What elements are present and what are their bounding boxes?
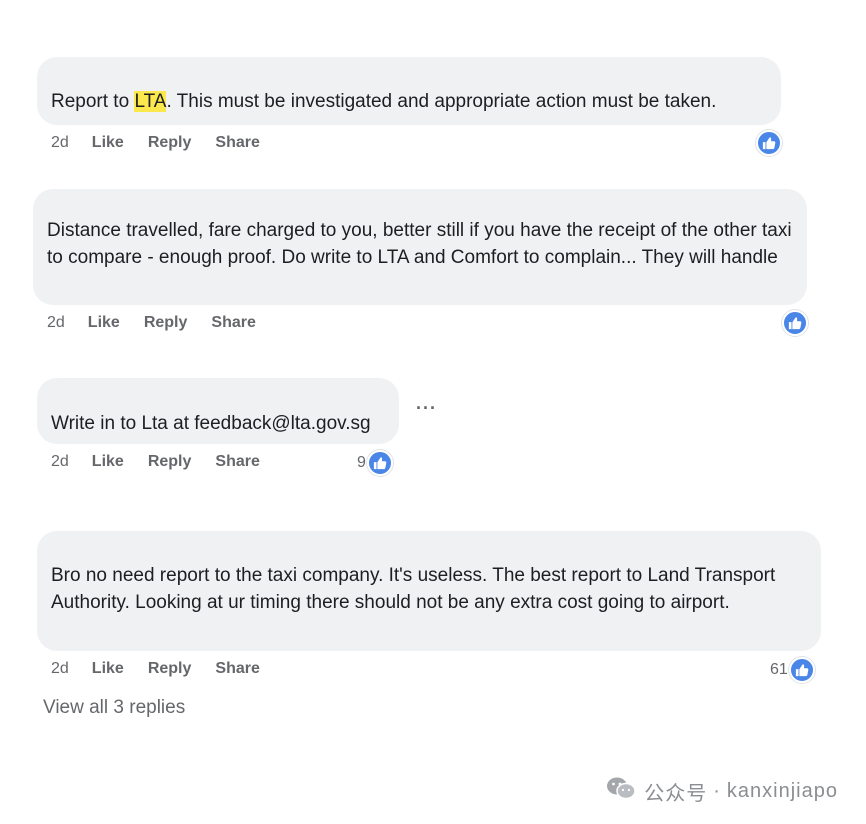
comment-actions-4: 2d Like Reply Share	[51, 660, 284, 678]
comment-bubble-4: Bro no need report to the taxi company. …	[37, 531, 821, 651]
comment-timestamp[interactable]: 2d	[51, 453, 69, 471]
reaction-summary-4[interactable]: 61	[770, 657, 815, 683]
comment-timestamp[interactable]: 2d	[51, 660, 69, 678]
comment-text-part: . This must be investigated and appropri…	[166, 91, 717, 112]
thumbs-up-icon	[782, 310, 808, 336]
reply-button[interactable]: Reply	[148, 134, 192, 152]
comment-timestamp[interactable]: 2d	[51, 134, 69, 152]
more-options-icon[interactable]: ···	[416, 398, 437, 419]
comment-text: Distance travelled, fare charged to you,…	[47, 220, 792, 268]
reaction-summary-3[interactable]: 9	[357, 450, 393, 476]
comment-text: Write in to Lta at feedback@lta.gov.sg	[51, 413, 371, 434]
thumbs-up-icon	[756, 130, 782, 156]
watermark-label: 公众号	[644, 782, 708, 805]
watermark-account: kanxinjiapo	[726, 779, 838, 802]
reaction-summary-2[interactable]	[781, 310, 808, 336]
like-button[interactable]: Like	[88, 314, 120, 332]
watermark: 公众号 · kanxinjiapo	[606, 776, 838, 806]
thumbs-up-icon	[788, 657, 815, 683]
view-all-replies-link[interactable]: View all 3 replies	[43, 697, 185, 719]
share-button[interactable]: Share	[211, 314, 255, 332]
reply-button[interactable]: Reply	[144, 314, 188, 332]
reply-button[interactable]: Reply	[148, 660, 192, 678]
wechat-icon	[606, 776, 636, 806]
reaction-count: 61	[770, 661, 788, 678]
comment-text-part: Report to	[51, 91, 135, 112]
watermark-separator: ·	[713, 779, 721, 802]
like-button[interactable]: Like	[92, 660, 124, 678]
comment-actions-3: 2d Like Reply Share	[51, 453, 284, 471]
thumbs-up-icon	[366, 450, 393, 476]
comment-bubble-2: Distance travelled, fare charged to you,…	[33, 189, 807, 305]
comment-actions-1: 2d Like Reply Share	[51, 134, 284, 152]
like-button[interactable]: Like	[92, 134, 124, 152]
comment-text: Bro no need report to the taxi company. …	[51, 565, 776, 613]
like-button[interactable]: Like	[92, 453, 124, 471]
share-button[interactable]: Share	[215, 453, 259, 471]
comment-actions-2: 2d Like Reply Share	[47, 314, 280, 332]
comment-timestamp[interactable]: 2d	[47, 314, 65, 332]
reaction-summary-1[interactable]	[755, 130, 782, 156]
reaction-count: 9	[357, 454, 366, 471]
comment-bubble-3: Write in to Lta at feedback@lta.gov.sg	[37, 378, 399, 444]
share-button[interactable]: Share	[215, 660, 259, 678]
reply-button[interactable]: Reply	[148, 453, 192, 471]
highlighted-term: LTA	[134, 91, 167, 112]
share-button[interactable]: Share	[215, 134, 259, 152]
comment-bubble-1: Report to LTA. This must be investigated…	[37, 57, 781, 125]
